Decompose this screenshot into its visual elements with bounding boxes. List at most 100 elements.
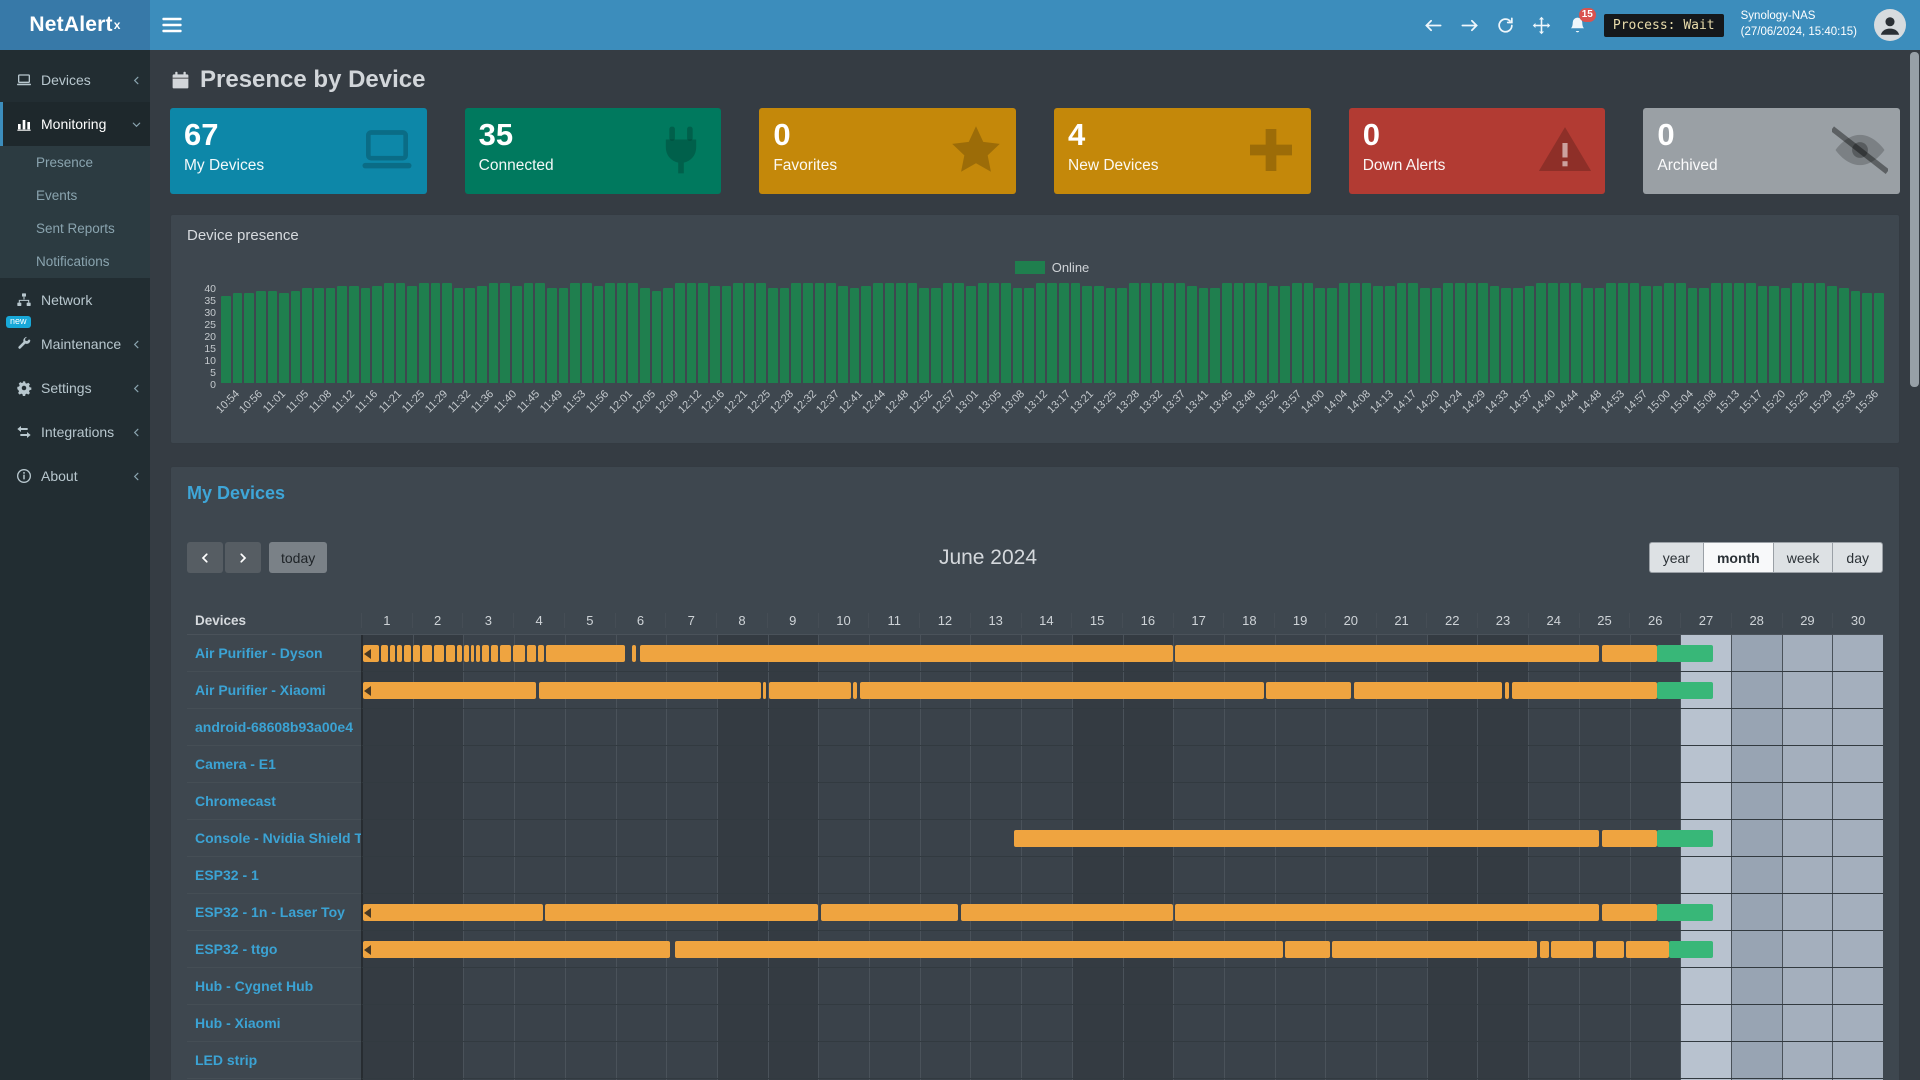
view-button-year[interactable]: year bbox=[1649, 542, 1703, 573]
presence-event-online[interactable] bbox=[632, 645, 636, 662]
presence-event-online[interactable] bbox=[1540, 941, 1549, 958]
presence-event-online[interactable] bbox=[853, 682, 857, 699]
device-name-link[interactable]: ESP32 - 1 bbox=[187, 857, 361, 894]
presence-event-online[interactable] bbox=[675, 941, 1283, 958]
presence-event-online[interactable] bbox=[1354, 682, 1502, 699]
presence-event-online[interactable] bbox=[538, 645, 545, 662]
presence-event-online[interactable] bbox=[1505, 682, 1510, 699]
hamburger-menu-icon[interactable] bbox=[162, 17, 182, 33]
stat-card-connected[interactable]: 35Connected bbox=[465, 108, 722, 194]
presence-event-online[interactable] bbox=[821, 904, 959, 921]
view-button-week[interactable]: week bbox=[1773, 542, 1833, 573]
presence-event-online[interactable] bbox=[860, 682, 1264, 699]
presence-event-online[interactable] bbox=[434, 645, 444, 662]
stat-card-archived[interactable]: 0Archived bbox=[1643, 108, 1900, 194]
presence-event-online[interactable] bbox=[422, 645, 432, 662]
presence-event-online[interactable] bbox=[1285, 941, 1330, 958]
next-button[interactable] bbox=[225, 542, 261, 573]
stat-card-favorites[interactable]: 0Favorites bbox=[759, 108, 1016, 194]
scrollbar-thumb[interactable] bbox=[1910, 52, 1919, 387]
presence-event-online[interactable] bbox=[1175, 904, 1600, 921]
sidebar-item-devices[interactable]: Devices bbox=[0, 58, 150, 102]
device-name-link[interactable]: ESP32 - ttgo bbox=[187, 931, 361, 968]
presence-event-online[interactable] bbox=[404, 645, 411, 662]
presence-event-online[interactable] bbox=[769, 682, 851, 699]
presence-event-online-current[interactable] bbox=[1669, 941, 1713, 958]
presence-event-online[interactable] bbox=[491, 645, 498, 662]
presence-event-online[interactable] bbox=[471, 645, 474, 662]
app-logo[interactable]: NetAlertx bbox=[0, 0, 150, 50]
device-name-link[interactable]: Chromecast bbox=[187, 783, 361, 820]
sidebar-item-integrations[interactable]: Integrations bbox=[0, 410, 150, 454]
presence-event-online[interactable] bbox=[1175, 645, 1600, 662]
presence-event-online[interactable] bbox=[513, 645, 524, 662]
sidebar-item-about[interactable]: About bbox=[0, 454, 150, 498]
prev-button[interactable] bbox=[187, 542, 223, 573]
device-name-link[interactable]: ESP32 - 1n - Laser Toy bbox=[187, 894, 361, 931]
view-button-day[interactable]: day bbox=[1832, 542, 1883, 573]
presence-event-online[interactable] bbox=[545, 904, 818, 921]
presence-event-online[interactable] bbox=[363, 682, 536, 699]
presence-event-online-current[interactable] bbox=[1657, 682, 1714, 699]
device-name-link[interactable]: Air Purifier - Xiaomi bbox=[187, 672, 361, 709]
presence-event-online[interactable] bbox=[1266, 682, 1351, 699]
presence-event-online[interactable] bbox=[1332, 941, 1537, 958]
presence-event-online[interactable] bbox=[500, 645, 511, 662]
presence-event-online[interactable] bbox=[397, 645, 402, 662]
sidebar-item-presence[interactable]: Presence bbox=[0, 146, 150, 179]
avatar[interactable] bbox=[1874, 9, 1906, 41]
presence-event-online[interactable] bbox=[763, 682, 766, 699]
device-name-link[interactable]: Air Purifier - Dyson bbox=[187, 635, 361, 672]
move-icon[interactable] bbox=[1532, 16, 1551, 35]
presence-event-online[interactable] bbox=[1551, 941, 1593, 958]
device-name-link[interactable]: LED strip bbox=[187, 1042, 361, 1079]
chart-bar bbox=[885, 283, 895, 383]
presence-event-online-current[interactable] bbox=[1657, 645, 1714, 662]
presence-event-online[interactable] bbox=[539, 682, 761, 699]
presence-event-online[interactable] bbox=[1014, 830, 1600, 847]
sidebar-item-notifications[interactable]: Notifications bbox=[0, 245, 150, 278]
sidebar-item-monitoring[interactable]: Monitoring bbox=[0, 102, 150, 146]
sidebar-item-settings[interactable]: Settings bbox=[0, 366, 150, 410]
presence-event-online[interactable] bbox=[640, 645, 1173, 662]
my-devices-title[interactable]: My Devices bbox=[187, 483, 1883, 504]
presence-event-online[interactable] bbox=[464, 645, 469, 662]
device-name-link[interactable]: android-68608b93a00e4 bbox=[187, 709, 361, 746]
presence-event-online[interactable] bbox=[476, 645, 480, 662]
stat-card-new-devices[interactable]: 4New Devices bbox=[1054, 108, 1311, 194]
refresh-icon[interactable] bbox=[1496, 16, 1515, 35]
back-arrow-icon[interactable] bbox=[1424, 16, 1443, 35]
sidebar-item-sent-reports[interactable]: Sent Reports bbox=[0, 212, 150, 245]
presence-event-online[interactable] bbox=[527, 645, 536, 662]
presence-event-online[interactable] bbox=[363, 941, 670, 958]
presence-event-online[interactable] bbox=[1596, 941, 1624, 958]
device-name-link[interactable]: Camera - E1 bbox=[187, 746, 361, 783]
device-name-link[interactable]: Hub - Cygnet Hub bbox=[187, 968, 361, 1005]
presence-event-online[interactable] bbox=[457, 645, 462, 662]
presence-event-online[interactable] bbox=[413, 645, 420, 662]
notifications-bell-icon[interactable]: 15 bbox=[1568, 16, 1587, 35]
presence-event-online[interactable] bbox=[390, 645, 395, 662]
presence-event-online[interactable] bbox=[546, 645, 625, 662]
device-name-link[interactable]: Hub - Xiaomi bbox=[187, 1005, 361, 1042]
presence-event-online[interactable] bbox=[961, 904, 1173, 921]
stat-card-my-devices[interactable]: 67My Devices bbox=[170, 108, 427, 194]
presence-event-online-current[interactable] bbox=[1657, 904, 1714, 921]
presence-event-online[interactable] bbox=[1602, 904, 1657, 921]
view-button-month[interactable]: month bbox=[1703, 542, 1773, 573]
forward-arrow-icon[interactable] bbox=[1460, 16, 1479, 35]
presence-event-online[interactable] bbox=[363, 904, 543, 921]
presence-event-online-current[interactable] bbox=[1657, 830, 1714, 847]
presence-event-online[interactable] bbox=[381, 645, 388, 662]
presence-event-online[interactable] bbox=[1602, 830, 1657, 847]
presence-event-online[interactable] bbox=[482, 645, 489, 662]
presence-event-online[interactable] bbox=[1512, 682, 1657, 699]
device-name-link[interactable]: Console - Nvidia Shield T bbox=[187, 820, 361, 857]
today-button[interactable]: today bbox=[269, 542, 327, 573]
stat-card-down-alerts[interactable]: 0Down Alerts bbox=[1349, 108, 1606, 194]
sidebar-item-events[interactable]: Events bbox=[0, 179, 150, 212]
presence-event-online[interactable] bbox=[1626, 941, 1669, 958]
presence-event-online[interactable] bbox=[1602, 645, 1657, 662]
presence-event-online[interactable] bbox=[446, 645, 455, 662]
sidebar-item-maintenance[interactable]: Maintenancenew bbox=[0, 322, 150, 366]
